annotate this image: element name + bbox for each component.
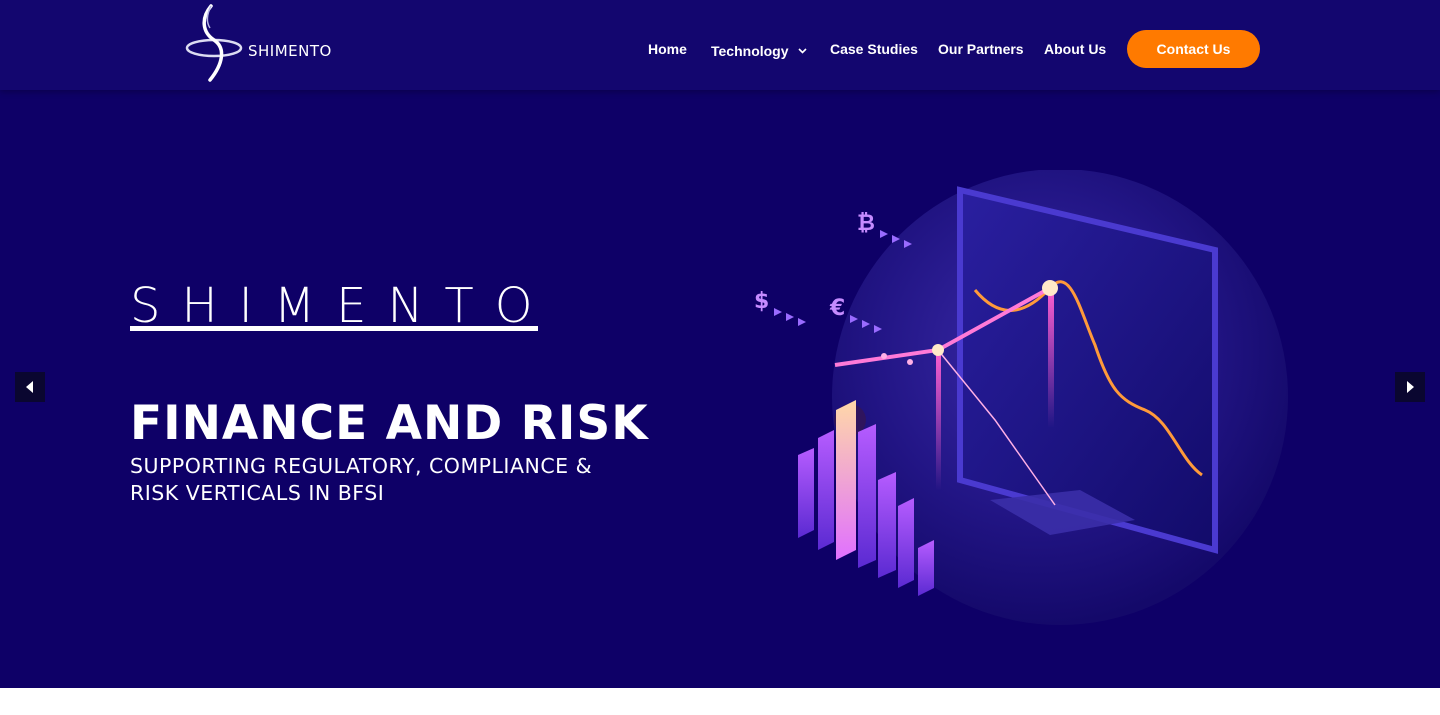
caret-left-icon [26, 381, 33, 393]
logo-swirl-icon [185, 4, 243, 82]
site-header: SHIMENTO Home Technology Case Studies Ou… [0, 0, 1440, 90]
euro-symbol-icon: € [829, 296, 845, 321]
nav-about-us[interactable]: About Us [1044, 41, 1106, 57]
nav-our-partners[interactable]: Our Partners [938, 41, 1024, 57]
finance-chart-illustration: ₿ $ € [754, 170, 1288, 625]
hero-subline: SUPPORTING REGULATORY, COMPLIANCE & RISK… [130, 454, 593, 505]
chevron-down-icon [798, 41, 807, 57]
slider-next-button[interactable] [1395, 372, 1425, 402]
nav-case-studies[interactable]: Case Studies [830, 41, 918, 57]
hero-headline: FINANCE AND RISK [130, 396, 649, 451]
brand-underline [130, 326, 538, 331]
hero-brand-title: SHIMENTO [130, 278, 554, 334]
contact-us-button[interactable]: Contact Us [1127, 30, 1260, 68]
caret-right-icon [1407, 381, 1414, 393]
dollar-symbol-icon: $ [754, 289, 769, 314]
nav-technology[interactable]: Technology [711, 41, 807, 59]
hero-slider: SHIMENTO FINANCE AND RISK SUPPORTING REG… [0, 90, 1440, 688]
logo-text: SHIMENTO [248, 42, 332, 60]
slider-prev-button[interactable] [15, 372, 45, 402]
nav-home[interactable]: Home [648, 41, 687, 57]
shimento-logo[interactable]: SHIMENTO [184, 4, 344, 84]
nav-technology-label: Technology [711, 43, 789, 59]
bitcoin-symbol-icon: ₿ [857, 211, 875, 236]
